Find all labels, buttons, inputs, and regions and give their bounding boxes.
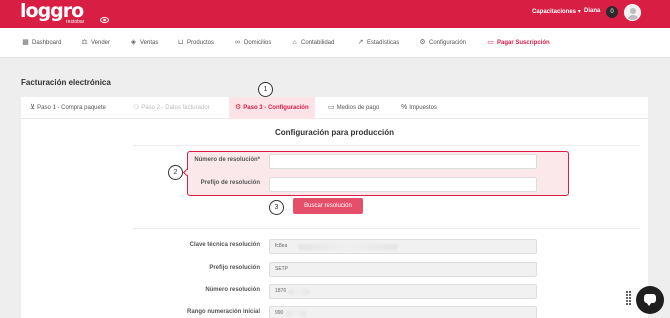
card-icon: ▭ xyxy=(328,104,335,111)
chat-icon[interactable] xyxy=(636,286,664,314)
top-bar: loggro restobar Capacitaciones ▾ Diana 0 xyxy=(0,0,670,28)
eye-icon[interactable] xyxy=(100,17,109,23)
nav-item-label: Dashboard xyxy=(32,39,62,46)
clave-tecnica-field[interactable]: fc8ea xyxy=(269,239,537,254)
tab-impuestos[interactable]: % Impuestos xyxy=(401,97,437,119)
tag-icon: ◈ xyxy=(130,39,137,46)
clave-tecnica-label: Clave técnica resolución xyxy=(189,242,260,248)
tab-paso-3[interactable]: ⚙ Paso 3 - Configuración xyxy=(229,97,315,119)
tab-medios-de-pago[interactable]: ▭ Medios de pago xyxy=(328,97,379,119)
nav-item-label: Estadísticas xyxy=(367,39,400,46)
logo-subtitle: restobar xyxy=(66,19,85,25)
main-nav: ▦ Dashboard ⚖ Vender ◈ Ventas ⊔ Productos ∞ D… xyxy=(0,28,670,58)
scale-icon: ⚖ xyxy=(81,39,88,46)
redacted-value xyxy=(286,311,306,317)
page-title: Facturación electrónica xyxy=(21,78,111,87)
nav-item-pagar-suscripcion[interactable]: ▭ Pagar Suscripción xyxy=(487,39,550,46)
step-label: Paso 2 - Datos facturador xyxy=(141,105,210,111)
gear-icon: ⚙ xyxy=(419,39,426,46)
callout-3: 3 xyxy=(269,200,284,215)
user-name[interactable]: Diana xyxy=(584,8,600,14)
numero-resolucion-result-value: 1876 xyxy=(275,288,287,294)
numero-resolucion-result-label: Número resolución xyxy=(205,287,260,293)
redacted-value xyxy=(298,244,398,250)
dashboard-icon: ▦ xyxy=(22,39,29,46)
users-icon: ⚇ xyxy=(133,104,140,111)
brand-logo[interactable]: loggro restobar xyxy=(20,0,110,27)
rango-numeracion-value: 990 xyxy=(275,310,284,316)
tab-paso-1[interactable]: ⊻ Paso 1 - Compra paquete xyxy=(30,97,106,119)
wizard-steps: ⊻ Paso 1 - Compra paquete ⚇ Paso 2 - Datos… xyxy=(21,97,648,119)
divider xyxy=(133,145,640,146)
nav-item-domicilios[interactable]: ∞ Domicilios xyxy=(234,39,271,46)
prefijo-resolucion-result-value: SETP xyxy=(275,266,289,272)
cart-icon: ⊻ xyxy=(30,104,36,111)
prefijo-resolucion-result-field[interactable]: SETP xyxy=(269,262,537,277)
redacted-value xyxy=(288,289,310,295)
rango-numeracion-field[interactable]: 990 xyxy=(269,306,537,318)
step-label: Paso 3 - Configuración xyxy=(243,105,309,111)
nav-item-label: Productos xyxy=(187,39,215,46)
nav-item-label: Ventas xyxy=(140,39,159,46)
buscar-resolucion-button[interactable]: Buscar resolución xyxy=(293,198,363,214)
nav-item-dashboard[interactable]: ▦ Dashboard xyxy=(22,39,61,46)
wizard-card: ⊻ Paso 1 - Compra paquete ⚇ Paso 2 - Datos… xyxy=(21,97,648,318)
config-title: Configuración para producción xyxy=(274,128,395,137)
numero-resolucion-result-field[interactable]: 1876 xyxy=(269,284,537,299)
bank-icon: ⌂ xyxy=(292,39,297,46)
nav-item-contabilidad[interactable]: ⌂ Contabilidad xyxy=(291,39,334,46)
percent-icon: % xyxy=(401,104,408,111)
capacitaciones-label: Capacitaciones xyxy=(532,9,577,15)
bike-icon: ∞ xyxy=(235,39,240,46)
nav-item-ventas[interactable]: ◈ Ventas xyxy=(130,39,159,46)
numero-resolucion-label: Número de resolución* xyxy=(194,157,260,163)
callout-2: 2 xyxy=(168,165,183,180)
capacitaciones-menu[interactable]: Capacitaciones ▾ xyxy=(532,8,581,15)
nav-item-label: Pagar Suscripción xyxy=(497,39,550,46)
nav-item-label: Vender xyxy=(91,39,111,46)
nav-item-label: Contabilidad xyxy=(301,39,335,46)
drag-handle-icon[interactable] xyxy=(626,291,632,307)
nav-item-vender[interactable]: ⚖ Vender xyxy=(81,39,110,46)
callout-1: 1 xyxy=(258,82,273,97)
avatar[interactable] xyxy=(624,4,641,21)
numero-resolucion-input[interactable] xyxy=(269,154,537,169)
nav-item-productos[interactable]: ⊔ Productos xyxy=(177,39,214,46)
nav-item-label: Domicilios xyxy=(244,39,272,46)
basket-icon: ⊔ xyxy=(177,39,184,46)
nav-item-label: Configuración xyxy=(429,39,467,46)
clave-tecnica-value: fc8ea xyxy=(275,243,288,249)
step-label: Paso 1 - Compra paquete xyxy=(37,105,106,111)
tab-paso-2[interactable]: ⚇ Paso 2 - Datos facturador xyxy=(133,97,210,119)
step-label: Impuestos xyxy=(409,105,437,111)
notification-badge[interactable]: 0 xyxy=(606,6,618,18)
trend-icon: ↗ xyxy=(357,39,364,46)
card-icon: ▭ xyxy=(487,39,494,46)
nav-item-estadisticas[interactable]: ↗ Estadísticas xyxy=(357,39,400,46)
step-label: Medios de pago xyxy=(336,105,380,111)
nav-item-configuracion[interactable]: ⚙ Configuración xyxy=(419,39,466,46)
prefijo-resolucion-input[interactable] xyxy=(269,177,537,192)
prefijo-resolucion-label: Prefijo de resolución xyxy=(200,180,260,186)
prefijo-resolucion-result-label: Prefijo resolución xyxy=(209,265,260,271)
rango-numeracion-label: Rango numeración inicial xyxy=(186,309,260,315)
divider xyxy=(133,228,640,229)
gear-icon: ⚙ xyxy=(235,104,242,111)
